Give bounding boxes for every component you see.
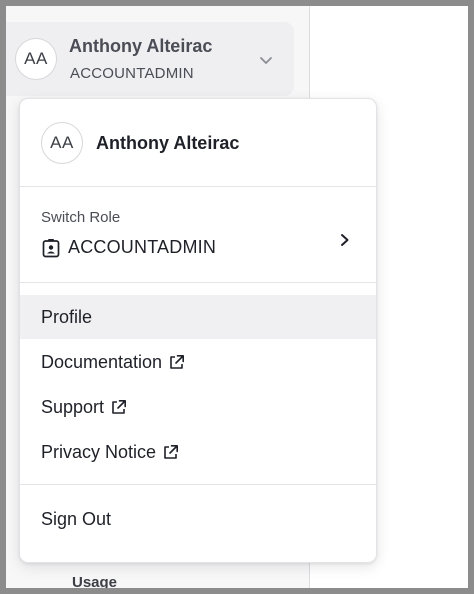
external-link-icon xyxy=(112,399,127,414)
id-badge-icon xyxy=(42,239,60,258)
menu-user-name: Anthony Alteirac xyxy=(96,133,240,153)
sidebar-item-usage[interactable]: Usage xyxy=(72,574,117,588)
menu-item-support[interactable]: Support xyxy=(20,385,376,429)
external-link-icon xyxy=(170,354,185,369)
menu-item-label: Profile xyxy=(41,306,93,327)
menu-item-label: Privacy Notice xyxy=(41,441,157,462)
menu-item-profile[interactable]: Profile xyxy=(20,295,376,339)
external-link-icon xyxy=(164,444,179,459)
app-window: AA Anthony Alteirac ACCOUNTADMIN Usage A… xyxy=(6,6,468,588)
menu-item-documentation[interactable]: Documentation xyxy=(20,340,376,384)
user-menu-toggle[interactable]: AA Anthony Alteirac ACCOUNTADMIN xyxy=(6,22,294,96)
menu-item-label: Sign Out xyxy=(41,508,112,529)
menu-divider xyxy=(20,282,376,283)
menu-avatar: AA xyxy=(41,122,83,164)
menu-divider xyxy=(20,484,376,485)
menu-item-label: Documentation xyxy=(41,351,163,372)
switch-role-item[interactable]: Switch Role ACCOUNTADMIN xyxy=(20,187,376,282)
user-name: Anthony Alteirac xyxy=(69,36,213,56)
chevron-right-icon xyxy=(341,234,349,246)
switch-role-label: Switch Role xyxy=(41,209,121,226)
sign-out-button[interactable]: Sign Out xyxy=(20,497,376,541)
current-role: ACCOUNTADMIN xyxy=(70,65,194,82)
chevron-down-icon xyxy=(260,57,272,64)
switch-role-current: ACCOUNTADMIN xyxy=(68,237,217,257)
menu-item-label: Support xyxy=(41,396,105,417)
menu-item-privacy-notice[interactable]: Privacy Notice xyxy=(20,430,376,474)
user-dropdown-menu: AA Anthony Alteirac Switch Role ACCOUNTA… xyxy=(19,98,377,563)
avatar: AA xyxy=(15,38,57,80)
